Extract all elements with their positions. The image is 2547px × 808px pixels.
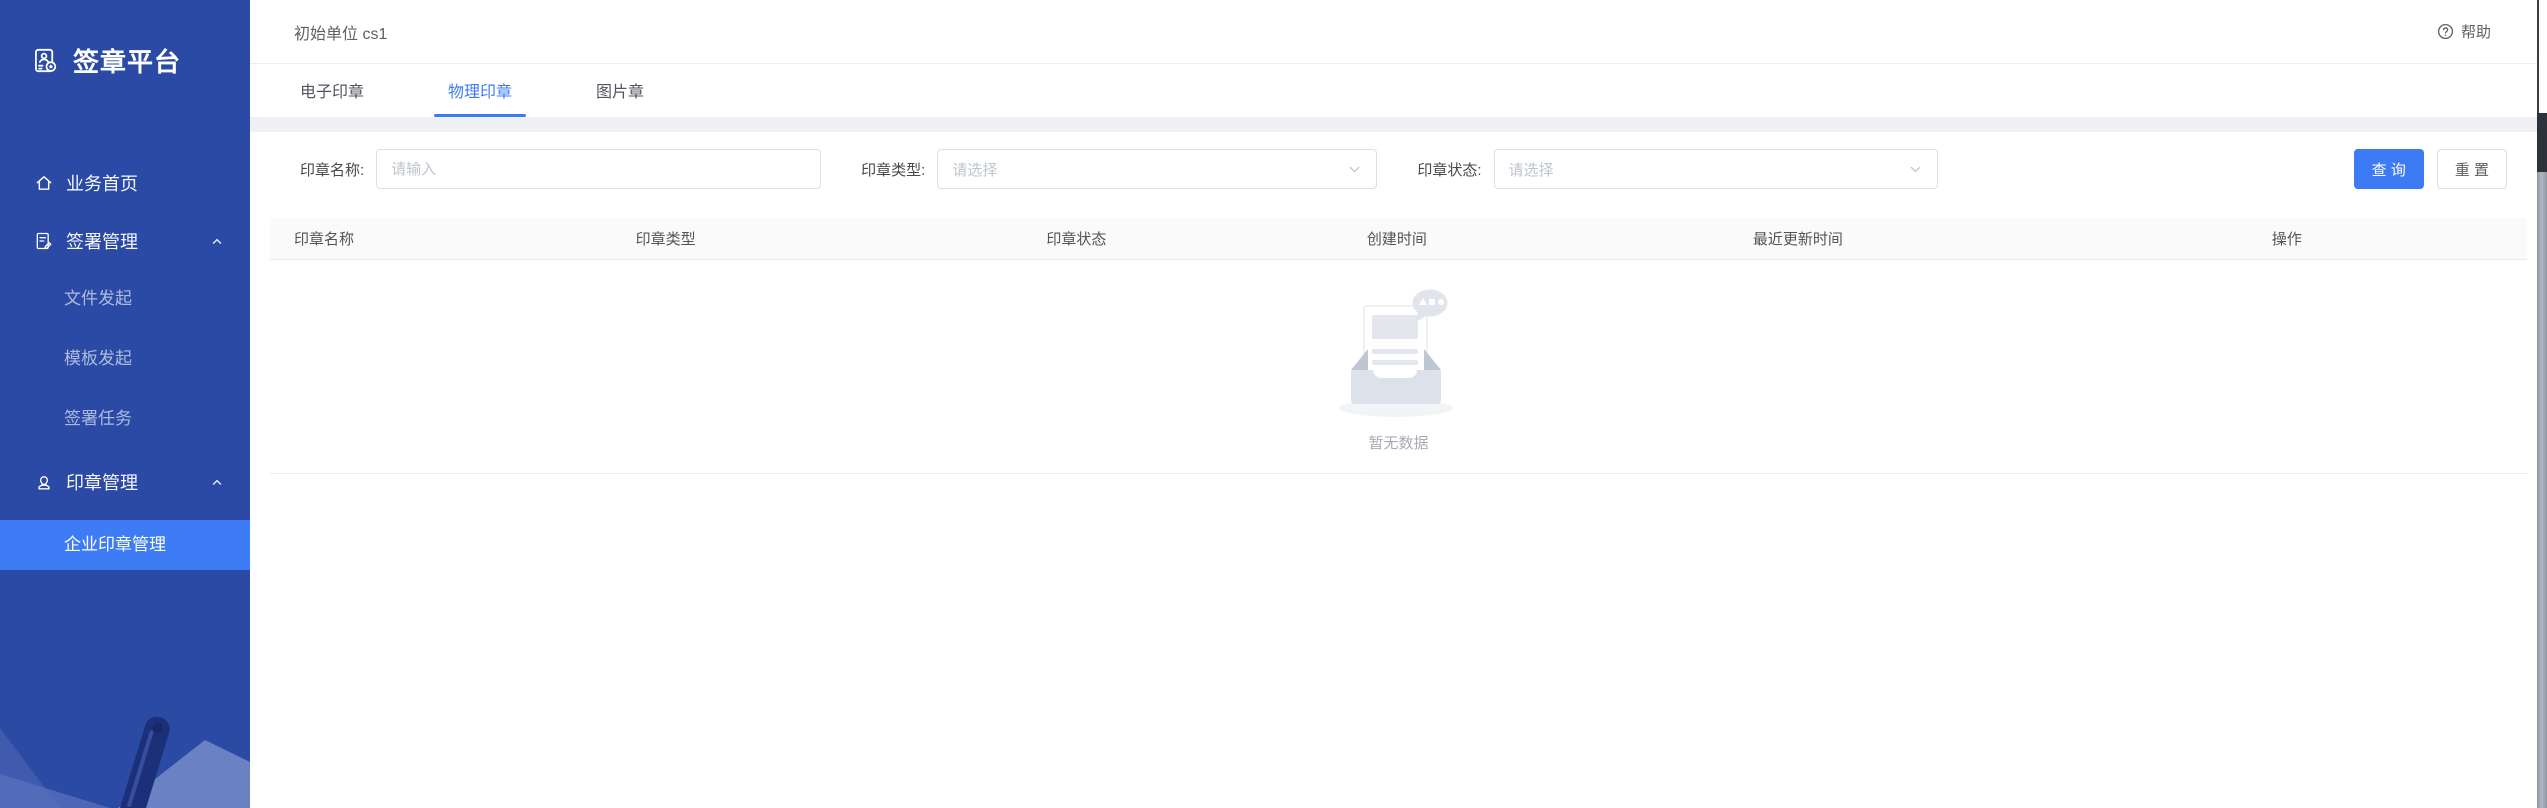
app-title: 签章平台 (73, 47, 182, 77)
tab-bar: 电子印章 物理印章 图片章 (250, 64, 2547, 117)
app-logo: 签章平台 (0, 0, 250, 79)
tab-physical-seal[interactable]: 物理印章 (434, 78, 527, 117)
column-updated-time: 最近更新时间 (1752, 231, 1843, 248)
main-area: 初始单位 cs1 帮助 电子印章 物理印章 图片章 印章名称: 请输入 印章类型… (250, 0, 2547, 808)
chevron-down-icon (1910, 166, 1920, 172)
sidebar-decorative-image (0, 578, 250, 808)
question-circle-icon (2437, 23, 2454, 40)
seal-type-label: 印章类型: (861, 161, 926, 179)
sidebar-item-seal-management[interactable]: 印章管理 (0, 462, 250, 502)
sidebar-item-template-initiate[interactable]: 模板发起 (0, 339, 250, 379)
help-button[interactable]: 帮助 (2437, 21, 2491, 42)
sidebar-item-business-home[interactable]: 业务首页 (0, 163, 250, 203)
column-created-time: 创建时间 (1366, 231, 1427, 248)
sidebar-item-label: 印章管理 (66, 473, 138, 493)
divider-band (250, 117, 2547, 132)
home-icon (36, 176, 52, 190)
seal-table: 印章名称 印章类型 印章状态 创建时间 最近更新时间 操作 暂无数据 (270, 218, 2527, 474)
seal-status-select[interactable]: 请选择 (1493, 149, 1938, 189)
chevron-up-icon (212, 479, 222, 485)
seal-name-label: 印章名称: (300, 161, 365, 179)
page: 签章平台 业务首页 签署管理 文件发起 模板发起 签署任务 印章管理 企业印章管… (0, 0, 2547, 808)
org-title: 初始单位 cs1 (294, 25, 388, 43)
speech-bubble (1412, 289, 1447, 324)
filter-seal-name: 印章名称: (300, 149, 822, 189)
sidebar-item-sign-management[interactable]: 签署管理 (0, 221, 250, 261)
help-label: 帮助 (2460, 24, 2491, 41)
column-actions: 操作 (2271, 231, 2302, 248)
seal-type-placeholder: 请选择 (952, 161, 998, 179)
empty-box-illustration (1338, 289, 1453, 417)
stamp-icon (38, 476, 50, 490)
sidebar-item-sign-tasks[interactable]: 签署任务 (0, 399, 250, 439)
chevron-down-icon (1350, 166, 1360, 172)
search-button[interactable]: 查 询 (2353, 149, 2424, 189)
scrollbar-top-cover (2537, 0, 2547, 113)
column-seal-type: 印章类型 (635, 231, 696, 248)
column-seal-status: 印章状态 (1046, 231, 1107, 248)
signature-doc-icon (36, 232, 52, 250)
content-panel: 印章名称: 印章类型: 请选择 印章状态: 请选择 (250, 132, 2547, 808)
table-header-row: 印章名称 印章类型 印章状态 创建时间 最近更新时间 操作 (270, 218, 2527, 260)
tab-image-seal[interactable]: 图片章 (588, 78, 652, 117)
sidebar-item-enterprise-seal-management[interactable]: 企业印章管理 (0, 520, 250, 570)
seal-name-input[interactable] (376, 149, 822, 189)
column-seal-name: 印章名称 (294, 231, 355, 248)
id-badge-icon (35, 48, 57, 73)
sidebar-item-file-initiate[interactable]: 文件发起 (0, 279, 250, 319)
sidebar-nav: 业务首页 签署管理 文件发起 模板发起 签署任务 印章管理 企业印章管理 (0, 163, 250, 570)
seal-status-placeholder: 请选择 (1508, 161, 1554, 179)
empty-text: 暂无数据 (1368, 435, 1429, 452)
seal-status-label: 印章状态: (1417, 161, 1482, 179)
sidebar: 签章平台 业务首页 签署管理 文件发起 模板发起 签署任务 印章管理 企业印章管… (0, 0, 250, 808)
filter-seal-type: 印章类型: 请选择 (861, 149, 1378, 189)
filter-actions: 查 询 重 置 (2353, 149, 2507, 189)
chevron-up-icon (212, 238, 222, 244)
top-header: 初始单位 cs1 帮助 (250, 0, 2547, 64)
filter-form: 印章名称: 印章类型: 请选择 印章状态: 请选择 (250, 132, 2547, 189)
empty-state: 暂无数据 (270, 260, 2527, 474)
sidebar-item-label: 签署管理 (66, 232, 138, 252)
vertical-scrollbar[interactable] (2537, 0, 2547, 808)
scrollbar-thumb[interactable] (2537, 113, 2547, 172)
sidebar-item-label: 业务首页 (66, 174, 138, 194)
filter-seal-status: 印章状态: 请选择 (1417, 149, 1938, 189)
seal-type-select[interactable]: 请选择 (937, 149, 1378, 189)
reset-button[interactable]: 重 置 (2436, 149, 2507, 189)
tab-electronic-seal[interactable]: 电子印章 (292, 78, 372, 117)
